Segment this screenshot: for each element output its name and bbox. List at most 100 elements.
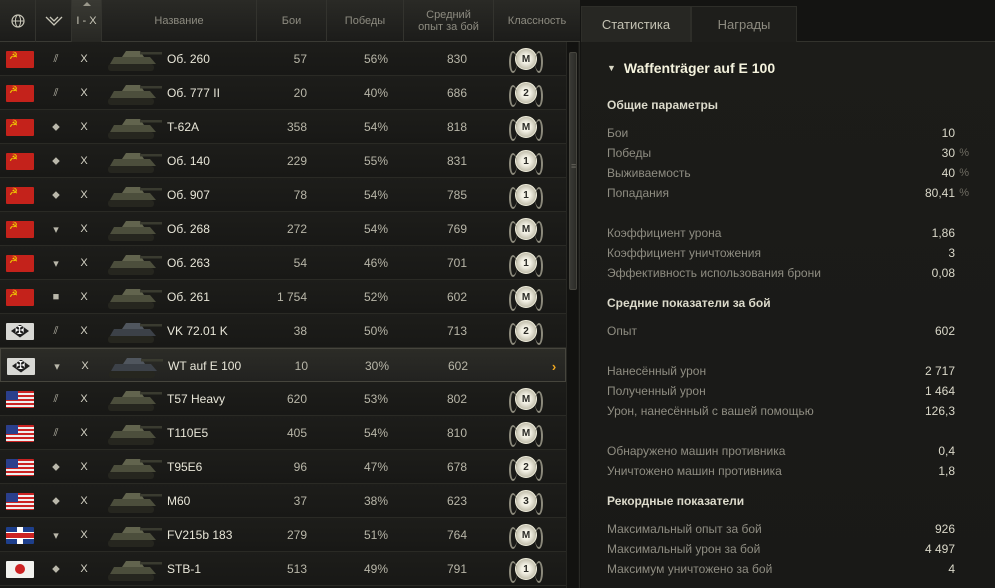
nation-flag-cell (6, 552, 35, 586)
table-row[interactable]: ⬥ X T-62A 358 54% 818 M (0, 110, 566, 144)
vehicle-name: T57 Heavy (167, 392, 226, 406)
avg-xp-value: 831 (446, 154, 467, 168)
vehicle-name: Об. 140 (167, 154, 210, 168)
table-row[interactable]: ■ X Об. 261 1 754 52% 602 M (0, 280, 566, 314)
battles-value: 405 (286, 426, 307, 440)
wins-sort-header[interactable]: Победы (327, 0, 404, 42)
stat-row: Эффективность использования брони 0,08 (607, 264, 969, 282)
wins-value: 47% (363, 460, 388, 474)
vehicle-name: Об. 907 (167, 188, 210, 202)
nation-flag-cell (6, 280, 35, 314)
vehicle-name: M60 (167, 494, 191, 508)
mastery-badge-cell: M (506, 42, 546, 76)
td-icon: ▾ (53, 257, 59, 270)
mastery-badge-icon: 1 (509, 150, 543, 175)
vehicle-detail-panel: Статистика Награды ▼ Waffenträger auf E 1… (581, 0, 995, 588)
avg-xp-value: 713 (446, 324, 467, 338)
mastery-badge-icon: M (509, 48, 543, 73)
name-sort-header[interactable]: Название (102, 0, 257, 42)
vehicle-name: Об. 777 II (167, 86, 220, 100)
vehicle-name: VK 72.01 K (167, 324, 228, 338)
mastery-sort-header[interactable]: Классность (494, 0, 580, 42)
scrollbar[interactable]: ≡ (566, 42, 578, 588)
table-row[interactable]: ⬥ X STB-1 513 49% 791 1 (0, 552, 566, 586)
table-row[interactable]: ▾ X WT auf E 100 10 30% 602 › (0, 348, 566, 382)
battles-value: 272 (286, 222, 307, 236)
table-row[interactable]: ⬥ X Об. 907 78 54% 785 1 (0, 178, 566, 212)
stat-row: Коэффициент уничтожения 3 (607, 244, 969, 262)
table-row[interactable]: ⫽ X T110E5 405 54% 810 M (0, 416, 566, 450)
scrollbar-thumb[interactable]: ≡ (569, 52, 577, 290)
stat-row: Нанесённый урон 2 717 (607, 362, 969, 380)
ht-icon: ⫽ (53, 52, 59, 65)
stat-label: Бои (607, 126, 629, 140)
vehicle-title[interactable]: ▼ Waffenträger auf E 100 (607, 60, 775, 76)
wins-value: 46% (363, 256, 388, 270)
stat-row: Максимум уничтожено за бой 4 (607, 560, 969, 578)
tier-sort-header[interactable]: I - X (72, 0, 102, 42)
mt-icon: ⬥ (52, 188, 60, 201)
mt-icon: ⬥ (52, 562, 60, 575)
tab-awards[interactable]: Награды (691, 6, 797, 42)
table-row[interactable]: ⫽ X VK 72.01 K 38 50% 713 2 (0, 314, 566, 348)
nation-filter-button[interactable] (0, 0, 36, 42)
table-row[interactable]: ⫽ X T57 Heavy 620 53% 802 M (0, 382, 566, 416)
table-row[interactable]: ▾ X Об. 263 54 46% 701 1 (0, 246, 566, 280)
tier-cell: X (80, 155, 88, 167)
tank-icon (103, 246, 165, 280)
nation-flag-cell (6, 484, 35, 518)
wins-value: 54% (363, 120, 388, 134)
table-row[interactable]: ▾ X Об. 268 272 54% 769 M (0, 212, 566, 246)
tank-icon (103, 382, 165, 416)
mastery-badge-icon: M (509, 286, 543, 311)
battles-sort-header[interactable]: Бои (257, 0, 327, 42)
nation-flag-cell (6, 416, 35, 450)
stat-row: Обнаружено машин противника 0,4 (607, 442, 969, 460)
battles-value: 279 (286, 528, 307, 542)
table-row[interactable]: ⬥ X M60 37 38% 623 3 (0, 484, 566, 518)
tier-cell: X (80, 189, 88, 201)
stat-value: 1 464 (924, 384, 955, 398)
battles-value: 1 754 (276, 290, 307, 304)
td-icon: ▾ (54, 360, 60, 373)
table-row[interactable]: ⫽ X Об. 260 57 56% 830 M (0, 42, 566, 76)
stat-label: Уничтожено машин противника (607, 464, 782, 478)
tank-icon (103, 450, 165, 484)
stat-value: 30 (941, 146, 955, 160)
tier-cell: X (80, 427, 88, 439)
tier-cell: X (80, 257, 88, 269)
tank-icon (103, 518, 165, 552)
stat-value: 10 (941, 126, 955, 140)
table-row[interactable]: ⫽ X Об. 777 II 20 40% 686 2 (0, 76, 566, 110)
avg-xp-value: 791 (446, 562, 467, 576)
table-row[interactable]: ⬥ X T95E6 96 47% 678 2 (0, 450, 566, 484)
wins-value: 54% (363, 426, 388, 440)
table-row[interactable]: ⬥ X Об. 140 229 55% 831 1 (0, 144, 566, 178)
xp-header-label: Средний опыт за бой (418, 9, 479, 33)
stat-label: Попадания (607, 186, 669, 200)
avg-xp-value: 785 (446, 188, 467, 202)
tab-statistics[interactable]: Статистика (581, 6, 691, 42)
stat-label: Опыт (607, 324, 637, 338)
stat-label: Нанесённый урон (607, 364, 707, 378)
vehicle-name: STB-1 (167, 562, 202, 576)
xp-sort-header[interactable]: Средний опыт за бой (404, 0, 494, 42)
mastery-badge-cell: M (506, 212, 546, 246)
stat-value: 1,8 (938, 464, 955, 478)
stat-value: 0,08 (931, 266, 955, 280)
td-icon: ▾ (53, 529, 59, 542)
avg-xp-value: 802 (446, 392, 467, 406)
avg-xp-value: 769 (446, 222, 467, 236)
stat-label: Обнаружено машин противника (607, 444, 786, 458)
wins-value: 38% (363, 494, 388, 508)
battles-value: 78 (293, 188, 307, 202)
section-title-records: Рекордные показатели (607, 494, 745, 508)
battles-value: 96 (293, 460, 307, 474)
table-row[interactable]: ▾ X FV215b 183 279 51% 764 M (0, 518, 566, 552)
class-filter-button[interactable] (36, 0, 72, 42)
mastery-badge-icon: 1 (509, 252, 543, 277)
vehicle-name: Об. 263 (167, 256, 210, 270)
tank-icon (103, 314, 165, 348)
stat-label: Максимум уничтожено за бой (607, 562, 773, 576)
tier-cell: X (80, 87, 88, 99)
